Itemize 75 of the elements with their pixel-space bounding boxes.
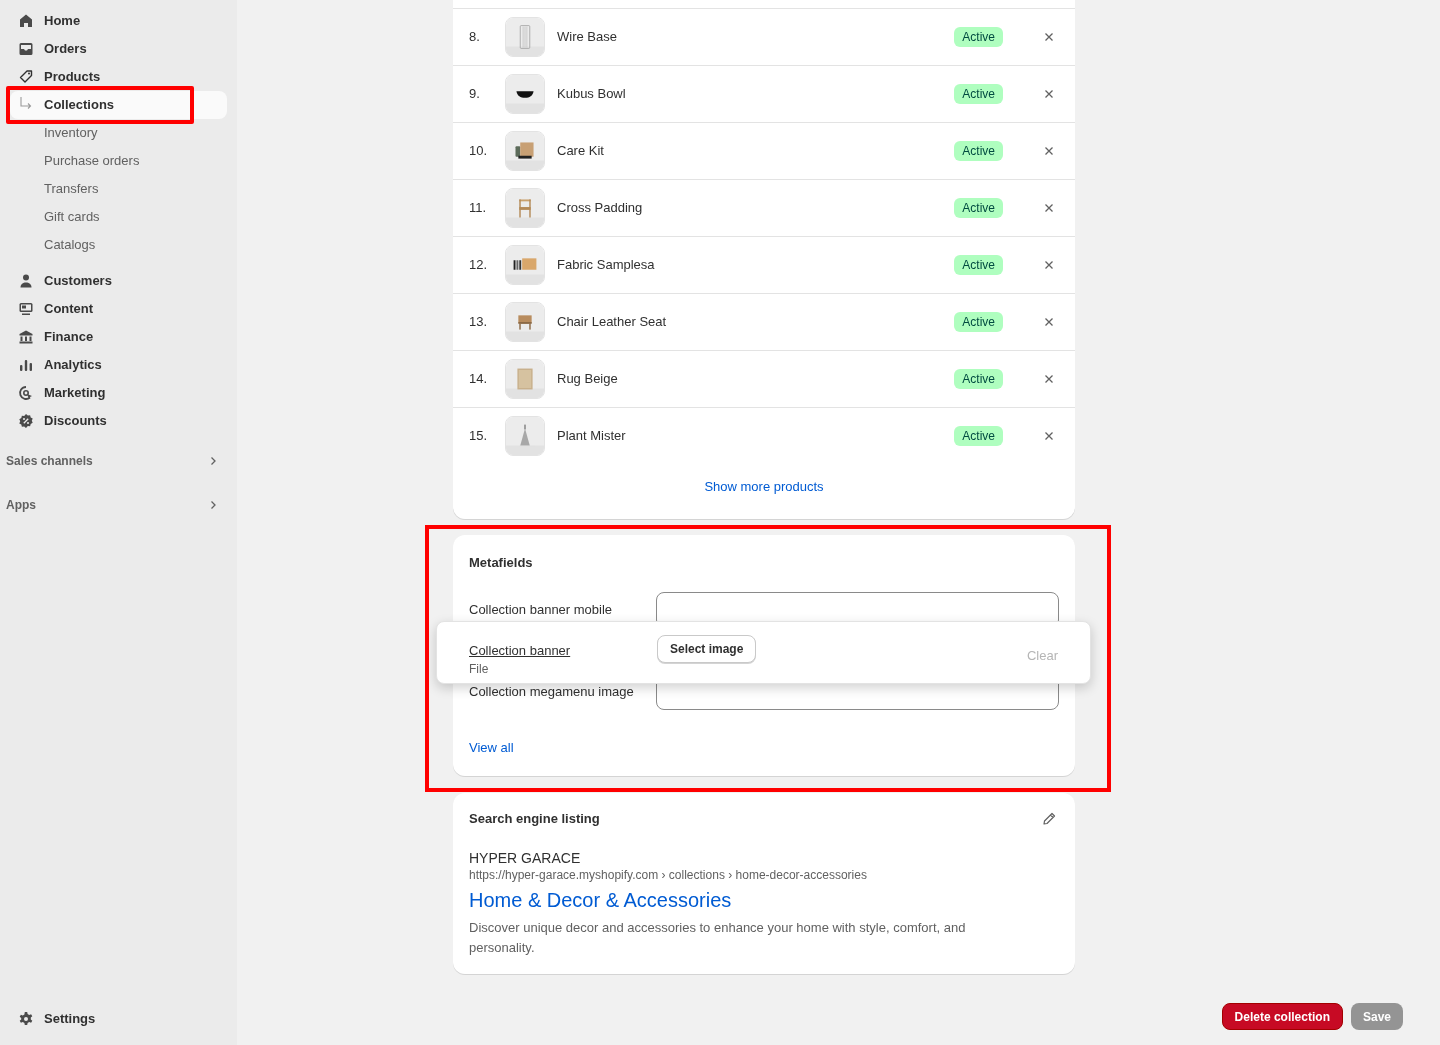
- monitor-icon: [18, 301, 34, 317]
- product-name: Rug Beige: [557, 370, 619, 389]
- status-badge: Active: [954, 198, 1003, 218]
- nav-item[interactable]: Customers: [10, 267, 227, 295]
- inbox-icon: [18, 41, 34, 57]
- select-image-button[interactable]: Select image: [657, 634, 757, 663]
- status-badge: Active: [954, 84, 1003, 104]
- row-number: 9.: [469, 85, 481, 104]
- settings-icon: [18, 1011, 34, 1027]
- show-more-link[interactable]: Show more products: [704, 477, 824, 497]
- row-number: 12.: [469, 256, 489, 275]
- close-icon[interactable]: [1043, 88, 1055, 100]
- row-number: 11.: [469, 199, 488, 218]
- page-description: Discover unique decor and accessories to enhance your home with style, comfort, and personality.: [469, 918, 967, 957]
- nav-item[interactable]: Marketing: [10, 379, 227, 407]
- product-name: Chair Leather Seat: [557, 313, 668, 332]
- product-name: Wire Base: [557, 28, 618, 47]
- store-name: HYPER GARACE: [469, 848, 582, 867]
- sidebar-section[interactable]: Apps: [6, 495, 219, 515]
- tag-icon: [18, 69, 34, 85]
- nav-item[interactable]: Orders: [10, 35, 227, 63]
- row-number: 15.: [469, 427, 489, 446]
- nav-item[interactable]: Purchase orders: [10, 147, 227, 175]
- field-label: Collection banner mobile: [469, 603, 614, 617]
- delete-collection-button[interactable]: Delete collection: [1221, 1003, 1343, 1030]
- close-icon[interactable]: [1043, 259, 1055, 271]
- person-icon: [18, 273, 34, 289]
- product-name: Care Kit: [557, 142, 605, 161]
- row-number: 13.: [469, 313, 489, 332]
- close-icon[interactable]: [1043, 373, 1055, 385]
- close-icon[interactable]: [1043, 145, 1055, 157]
- nav-item[interactable]: Gift cards: [10, 203, 227, 231]
- target-icon: [18, 385, 34, 401]
- home-icon: [18, 13, 34, 29]
- bar-chart-icon: [18, 357, 34, 373]
- bank-icon: [18, 329, 34, 345]
- nav-item[interactable]: Home: [10, 7, 227, 35]
- sidebar-section[interactable]: Sales channels: [6, 451, 219, 471]
- nav-item[interactable]: Transfers: [10, 175, 227, 203]
- nav-item[interactable]: Finance: [10, 323, 227, 351]
- metafield-label-link[interactable]: Collection banner: [469, 640, 657, 660]
- status-badge: Active: [954, 255, 1003, 275]
- product-name: Plant Mister: [557, 427, 627, 446]
- nav-item[interactable]: Discounts: [10, 407, 227, 435]
- close-icon[interactable]: [1043, 316, 1055, 328]
- close-icon[interactable]: [1043, 31, 1055, 43]
- nav-item[interactable]: Content: [10, 295, 227, 323]
- nav-item[interactable]: Products: [10, 63, 227, 91]
- status-badge: Active: [954, 312, 1003, 332]
- status-badge: Active: [954, 27, 1003, 47]
- status-badge: Active: [954, 369, 1003, 389]
- row-number: 10.: [469, 142, 489, 161]
- nav-item[interactable]: Analytics: [10, 351, 227, 379]
- product-name: Fabric Samplesa: [557, 256, 656, 275]
- product-name: Kubus Bowl: [557, 85, 627, 104]
- close-icon[interactable]: [1043, 202, 1055, 214]
- nav-item[interactable]: Catalogs: [10, 231, 227, 259]
- edit-icon[interactable]: [1041, 810, 1057, 827]
- metafield-type: File: [469, 661, 490, 678]
- status-badge: Active: [954, 141, 1003, 161]
- card-title: Search engine listing: [469, 810, 600, 828]
- row-number: 14.: [469, 370, 489, 389]
- close-icon[interactable]: [1043, 430, 1055, 442]
- discount-icon: [18, 413, 34, 429]
- nav-item[interactable]: Collections: [10, 91, 227, 119]
- page-url: https://hyper-garace.myshopify.com › collections › home-decor-accessories: [469, 866, 868, 884]
- nav-item[interactable]: Inventory: [10, 119, 227, 147]
- view-all-link[interactable]: View all: [469, 738, 514, 758]
- field-label: Collection megamenu image: [469, 685, 635, 699]
- page-title: Home & Decor & Accessories: [469, 887, 733, 913]
- settings-link[interactable]: Settings: [10, 1005, 227, 1033]
- card-title: Metafields: [469, 553, 534, 572]
- status-badge: Active: [954, 426, 1003, 446]
- product-name: Cross Padding: [557, 199, 644, 218]
- row-number: 8.: [469, 28, 481, 47]
